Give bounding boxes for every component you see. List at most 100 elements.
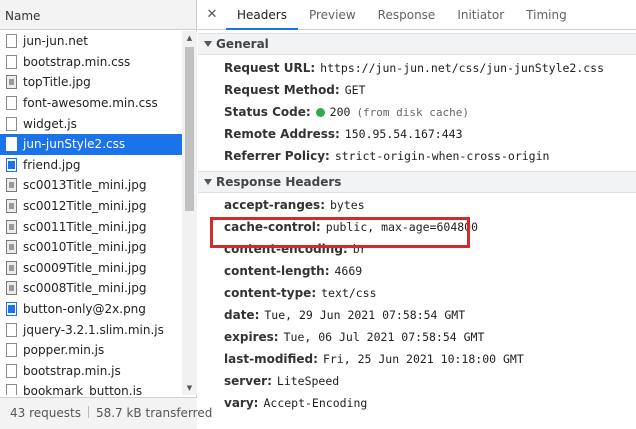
response-header-row: content-length: 4669 xyxy=(224,260,636,282)
request-list-pane: Name jun-jun.net bootstrap.min.css topTitl… xyxy=(0,0,212,429)
request-url-row: Request URL: https://jun-jun.net/css/jun… xyxy=(224,57,636,79)
remote-address-value: 150.95.54.167:443 xyxy=(344,127,463,141)
header-key: content-encoding: xyxy=(224,242,348,256)
image-file-icon xyxy=(6,219,17,234)
document-icon xyxy=(6,116,17,131)
details-tab-bar: ✕ Headers Preview Response Initiator Tim… xyxy=(198,0,636,30)
tab-initiator[interactable]: Initiator xyxy=(446,0,515,29)
request-name: jquery-3.2.1.slim.min.js xyxy=(23,322,164,337)
request-row[interactable]: bootstrap.min.css xyxy=(0,52,182,73)
expand-triangle-icon xyxy=(204,41,212,47)
header-key: date: xyxy=(224,308,260,322)
image-file-icon xyxy=(6,281,17,296)
request-name: bookmark_button.js xyxy=(23,384,143,395)
image-file-icon xyxy=(6,199,17,214)
header-key: accept-ranges: xyxy=(224,198,325,212)
transferred-size: 58.7 kB transferred xyxy=(95,406,213,420)
request-row[interactable]: sc0011Title_mini.jpg xyxy=(0,216,182,237)
header-value: LiteSpeed xyxy=(276,374,340,388)
document-icon xyxy=(6,96,17,111)
request-row[interactable]: sc0008Title_mini.jpg xyxy=(0,278,182,299)
header-key: last-modified: xyxy=(224,352,318,366)
header-key: vary: xyxy=(224,396,259,410)
request-row[interactable]: sc0010Title_mini.jpg xyxy=(0,237,182,258)
image-file-icon xyxy=(6,302,17,317)
request-name: bootstrap.min.css xyxy=(23,54,131,69)
scroll-down-icon[interactable]: ▼ xyxy=(182,381,197,395)
response-header-row: accept-ranges: bytes xyxy=(224,194,636,216)
tab-response[interactable]: Response xyxy=(367,0,447,29)
request-name: friend.jpg xyxy=(23,157,81,172)
response-header-rows: accept-ranges: bytes cache-control: public,… xyxy=(198,193,636,414)
header-key: server: xyxy=(224,374,272,388)
request-method-row: Request Method: GET xyxy=(224,79,636,101)
request-name: sc0010Title_mini.jpg xyxy=(23,240,147,255)
header-value: public, max-age=604800 xyxy=(325,220,479,234)
request-row[interactable]: jun-junStyle2.css xyxy=(0,133,182,155)
header-value: 4669 xyxy=(334,264,363,278)
tab-headers[interactable]: Headers xyxy=(226,0,298,30)
response-header-row: content-type: text/css xyxy=(224,282,636,304)
general-section-title: General xyxy=(216,37,269,51)
request-row[interactable]: button-only@2x.png xyxy=(0,299,182,320)
document-icon xyxy=(6,363,17,378)
request-name: popper.min.js xyxy=(23,343,105,358)
image-file-icon xyxy=(6,75,17,90)
image-file-icon xyxy=(6,260,17,275)
response-header-row: vary: Accept-Encoding xyxy=(224,392,636,414)
request-row[interactable]: sc0013Title_mini.jpg xyxy=(0,175,182,196)
request-row[interactable]: popper.min.js xyxy=(0,340,182,361)
remote-address-key: Remote Address: xyxy=(224,127,340,141)
request-row[interactable]: sc0009Title_mini.jpg xyxy=(0,258,182,279)
request-url-key: Request URL: xyxy=(224,61,316,75)
scroll-up-icon[interactable]: ▲ xyxy=(182,31,197,45)
document-icon xyxy=(6,322,17,337)
close-icon[interactable]: ✕ xyxy=(198,0,226,29)
request-list-scrollbar[interactable]: ▲ ▼ xyxy=(182,31,197,395)
request-name: sc0008Title_mini.jpg xyxy=(23,281,147,296)
status-ok-icon xyxy=(315,107,325,117)
request-name: jun-jun.net xyxy=(23,34,88,49)
header-value: bytes xyxy=(330,198,365,212)
document-icon xyxy=(6,137,17,152)
status-code-value: 200 xyxy=(329,105,351,119)
tab-timing[interactable]: Timing xyxy=(515,0,578,29)
scrollbar-thumb[interactable] xyxy=(185,47,194,211)
request-method-key: Request Method: xyxy=(224,83,340,97)
request-row[interactable]: jun-jun.net xyxy=(0,31,182,52)
request-method-value: GET xyxy=(344,83,366,97)
tab-preview[interactable]: Preview xyxy=(298,0,367,29)
request-name: sc0009Title_mini.jpg xyxy=(23,260,147,275)
request-row[interactable]: bookmark_button.js xyxy=(0,381,182,395)
request-row[interactable]: bootstrap.min.js xyxy=(0,361,182,382)
response-headers-section-header[interactable]: Response Headers xyxy=(198,171,636,193)
request-row[interactable]: font-awesome.min.css xyxy=(0,93,182,114)
request-row[interactable]: widget.js xyxy=(0,113,182,134)
header-key: expires: xyxy=(224,330,279,344)
status-cache-note: (from disk cache) xyxy=(356,105,470,119)
header-key: content-length: xyxy=(224,264,330,278)
request-name: sc0012Title_mini.jpg xyxy=(23,199,147,214)
request-details-pane: ✕ Headers Preview Response Initiator Tim… xyxy=(198,0,636,429)
status-code-key: Status Code: xyxy=(224,105,311,119)
name-column-header[interactable]: Name xyxy=(0,0,196,30)
status-separator xyxy=(87,406,89,418)
response-header-row: content-encoding: br xyxy=(224,238,636,260)
general-section-header[interactable]: General xyxy=(198,33,636,55)
referrer-policy-key: Referrer Policy: xyxy=(224,149,330,163)
header-key: cache-control: xyxy=(224,220,321,234)
response-header-row: last-modified: Fri, 25 Jun 2021 10:18:00 … xyxy=(224,348,636,370)
request-url-value: https://jun-jun.net/css/jun-junStyle2.cs… xyxy=(320,61,605,75)
request-name: font-awesome.min.css xyxy=(23,96,158,111)
expand-triangle-icon xyxy=(204,179,212,185)
image-file-icon xyxy=(6,178,17,193)
request-row[interactable]: sc0012Title_mini.jpg xyxy=(0,196,182,217)
header-value: Accept-Encoding xyxy=(263,396,368,410)
response-header-row: date: Tue, 29 Jun 2021 07:58:54 GMT xyxy=(224,304,636,326)
response-header-row: expires: Tue, 06 Jul 2021 07:58:54 GMT xyxy=(224,326,636,348)
request-name: button-only@2x.png xyxy=(23,302,146,317)
request-row[interactable]: jquery-3.2.1.slim.min.js xyxy=(0,319,182,340)
status-bar: 43 requests 58.7 kB transferred xyxy=(0,397,212,429)
request-row[interactable]: friend.jpg xyxy=(0,155,182,176)
request-row[interactable]: topTitle.jpg xyxy=(0,72,182,93)
